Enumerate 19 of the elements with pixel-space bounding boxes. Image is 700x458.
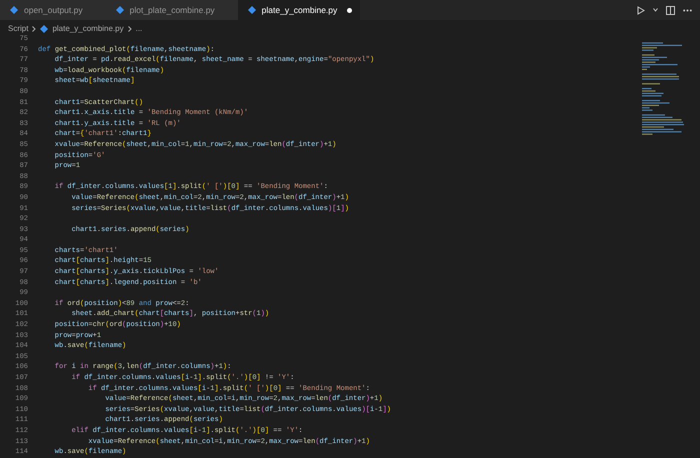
- python-file-icon: [248, 6, 256, 14]
- run-icon[interactable]: [637, 6, 645, 14]
- breadcrumb-item[interactable]: Script: [8, 22, 28, 34]
- more-icon[interactable]: [683, 8, 692, 12]
- file-tab[interactable]: plot_plate_combine.py: [106, 0, 238, 20]
- tab-label: open_output.py: [24, 4, 83, 16]
- breadcrumb-item[interactable]: plate_y_combine.py: [52, 22, 124, 34]
- chevron-right-icon: [128, 26, 132, 32]
- breadcrumb-item[interactable]: ...: [136, 22, 142, 34]
- file-tab[interactable]: plate_y_combine.py: [238, 0, 360, 20]
- tab-label: plot_plate_combine.py: [130, 4, 215, 16]
- python-file-icon: [116, 6, 124, 14]
- python-file-icon: [40, 24, 48, 32]
- split-editor-icon[interactable]: [666, 6, 675, 14]
- tab-label: plate_y_combine.py: [262, 4, 338, 16]
- file-tab[interactable]: open_output.py: [0, 0, 106, 20]
- chevron-right-icon: [32, 26, 36, 32]
- caret-icon[interactable]: [653, 8, 658, 12]
- python-file-icon: [10, 6, 18, 14]
